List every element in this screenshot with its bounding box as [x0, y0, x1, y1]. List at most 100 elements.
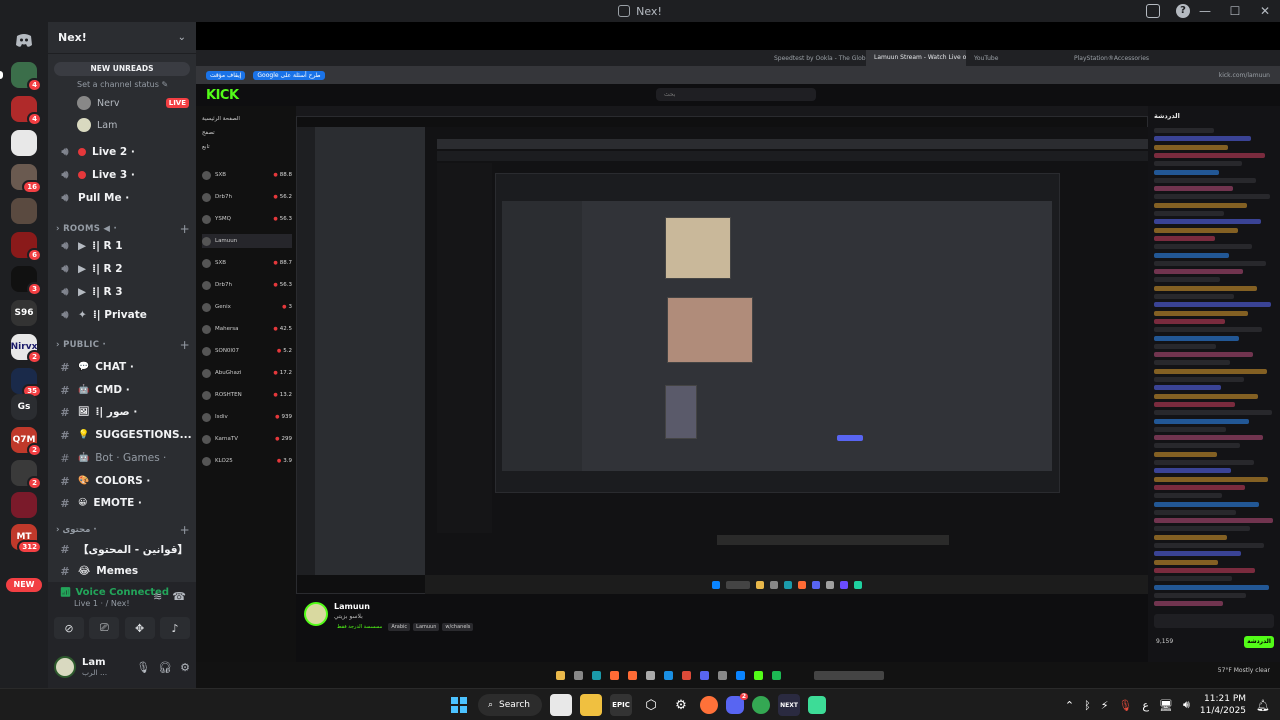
discord-taskbar-icon[interactable]: 2: [726, 693, 748, 714]
text-channel-suggestions[interactable]: # 💡 SUGGESTIONS...: [58, 426, 192, 444]
category-label: PUBLIC ·: [63, 340, 107, 350]
discord-home-icon[interactable]: [11, 27, 37, 53]
inbox-icon[interactable]: [1146, 4, 1160, 18]
voice-channel-live-3[interactable]: 🔊︎ Live 3 ·: [58, 166, 192, 184]
text-channel-cmd[interactable]: # 🤖 CMD ·: [58, 381, 192, 399]
text-channel-emote[interactable]: # 😀 EMOTE ·: [58, 494, 192, 512]
channel-status-prompt[interactable]: Set a channel status ✎: [77, 80, 168, 89]
channel-name: Isdiv: [215, 414, 228, 420]
add-channel-icon[interactable]: +: [180, 222, 190, 236]
new-unreads-banner[interactable]: NEW UNREADS: [54, 62, 190, 76]
chrome-icon[interactable]: [752, 696, 770, 714]
bluetooth-icon[interactable]: ᛒ: [1084, 699, 1091, 712]
volume-icon[interactable]: 🔊︎: [1183, 698, 1190, 712]
language-indicator[interactable]: ع: [1142, 699, 1149, 712]
chat-message-line: [1154, 269, 1243, 275]
maximize-button[interactable]: ☐: [1220, 4, 1250, 18]
stream-view[interactable]: Speedtest by Ookla - The Glob... Lamuun …: [196, 22, 1280, 688]
voice-channel-r1[interactable]: 🔊︎ ▶ ⁞| R 1: [58, 237, 192, 255]
viewer-count: 299: [275, 436, 293, 442]
start-button[interactable]: [448, 694, 470, 716]
server-icon[interactable]: 16: [11, 164, 42, 194]
minimize-button[interactable]: —: [1190, 4, 1220, 18]
server-icon[interactable]: [11, 492, 37, 518]
chat-message-line: [1154, 526, 1250, 532]
screen-share-button[interactable]: ⎚: [89, 617, 120, 639]
voice-channel-pull-me[interactable]: 🔊︎ Pull Me ·: [58, 189, 192, 207]
network-icon[interactable]: ⚡︎: [1101, 699, 1109, 712]
add-channel-icon[interactable]: +: [180, 338, 190, 352]
activities-button[interactable]: ✥: [124, 617, 155, 639]
text-channel-bot-games[interactable]: # 🤖 Bot · Games ·: [58, 449, 192, 467]
help-icon[interactable]: ?: [1176, 4, 1190, 18]
voice-channel-path[interactable]: Live 1 · / Nex!: [74, 599, 130, 608]
category-rooms[interactable]: › ROOMS ◀ · +: [56, 222, 190, 236]
avatar[interactable]: [54, 656, 76, 678]
server-icon[interactable]: 4: [11, 96, 42, 126]
monitor-icon[interactable]: 🖥︎: [1159, 699, 1173, 712]
add-channel-icon[interactable]: +: [180, 523, 190, 537]
terminal-app-icon[interactable]: [808, 696, 826, 714]
mention-badge: 6: [27, 248, 42, 262]
server-icon[interactable]: 35: [11, 368, 42, 398]
taskbar-clock[interactable]: 11:21 PM 11/4/2025: [1200, 693, 1246, 717]
text-channel-colors[interactable]: # 🎨 COLORS ·: [58, 472, 192, 490]
headphones-icon[interactable]: 🎧︎: [158, 661, 172, 674]
microphone-icon[interactable]: 🎙︎: [136, 661, 150, 674]
microphone-tray-icon[interactable]: 🎙︎: [1118, 699, 1132, 712]
next-app-icon[interactable]: NEXT: [778, 694, 800, 716]
voice-channel-private[interactable]: 🔊︎ ✦ ⁞| Private: [58, 306, 192, 324]
chat-message-line: [1154, 169, 1219, 175]
category-content[interactable]: › محتوى · +: [56, 523, 190, 537]
server-header[interactable]: Nex! ⌄: [48, 22, 196, 54]
text-channel-memes[interactable]: # 😂 Memes: [58, 562, 192, 580]
file-explorer-icon[interactable]: [580, 694, 602, 716]
taskbar-search[interactable]: ⌕ Search: [478, 694, 542, 716]
text-channel-chat[interactable]: # 💬 CHAT ·: [58, 358, 192, 376]
new-unreads-pill[interactable]: NEW: [6, 578, 42, 592]
server-icon[interactable]: Q7M 2: [11, 427, 42, 457]
app-icon: [618, 5, 631, 17]
firefox-icon[interactable]: [700, 696, 718, 714]
soundboard-button[interactable]: ♪: [159, 617, 190, 639]
epic-games-icon[interactable]: EPIC: [610, 694, 632, 716]
chat-message-line: [1154, 186, 1233, 192]
avatar: [202, 346, 211, 356]
server-icon[interactable]: 6: [11, 232, 42, 262]
category-public[interactable]: › PUBLIC · +: [56, 338, 190, 352]
server-icon[interactable]: 4: [0, 62, 42, 92]
voice-channel-r2[interactable]: 🔊︎ ▶ ⁞| R 2: [58, 260, 192, 278]
speaker-icon: 🔊︎: [61, 239, 69, 252]
text-channel-rules[interactable]: # 【قوانين - المحتوى】: [58, 540, 192, 558]
calendar-app-icon[interactable]: [550, 694, 572, 716]
chat-message-line: [1154, 584, 1269, 590]
voice-channel-live-2[interactable]: 🔊︎ Live 2 ·: [58, 143, 192, 161]
steam-icon[interactable]: ⚙: [670, 694, 692, 716]
chevron-up-icon[interactable]: ⌃: [1065, 699, 1074, 712]
server-icon[interactable]: S96: [11, 300, 37, 326]
server-icon[interactable]: [11, 130, 37, 156]
play-icon: ▶: [78, 240, 87, 252]
server-icon[interactable]: 3: [11, 266, 42, 296]
channel-emoji-icon: 💬: [78, 362, 90, 372]
close-button[interactable]: ✕: [1250, 4, 1280, 18]
server-icon[interactable]: 2: [11, 460, 42, 490]
voice-user-lam[interactable]: Lam: [77, 118, 189, 132]
server-icon[interactable]: [11, 198, 37, 224]
server-icon[interactable]: Nirvx 2: [11, 334, 42, 364]
voice-user-nerv[interactable]: Nerv LIVE: [77, 96, 189, 110]
chat-message-line: [1154, 360, 1230, 366]
server-icon[interactable]: Gs: [11, 394, 37, 420]
settings-gear-icon[interactable]: ⚙: [180, 661, 190, 674]
viewer-count: 42.5: [273, 326, 292, 332]
disconnect-icon[interactable]: ☎: [172, 590, 186, 603]
kick-followed-channel: KLO25 3.9: [202, 454, 292, 468]
notifications-icon[interactable]: 🔔︎: [1256, 699, 1270, 712]
box-app-icon[interactable]: ⬡: [640, 694, 662, 716]
text-channel-images[interactable]: # 🖼 ⁞| صور ·: [58, 403, 192, 421]
camera-off-button[interactable]: ⊘: [54, 617, 84, 639]
voice-channel-r3[interactable]: 🔊︎ ▶ ⁞| R 3: [58, 283, 192, 301]
noise-suppression-icon[interactable]: ≋: [153, 590, 162, 603]
server-icon[interactable]: MT 312: [11, 524, 42, 554]
chat-message-line: [1154, 260, 1266, 266]
